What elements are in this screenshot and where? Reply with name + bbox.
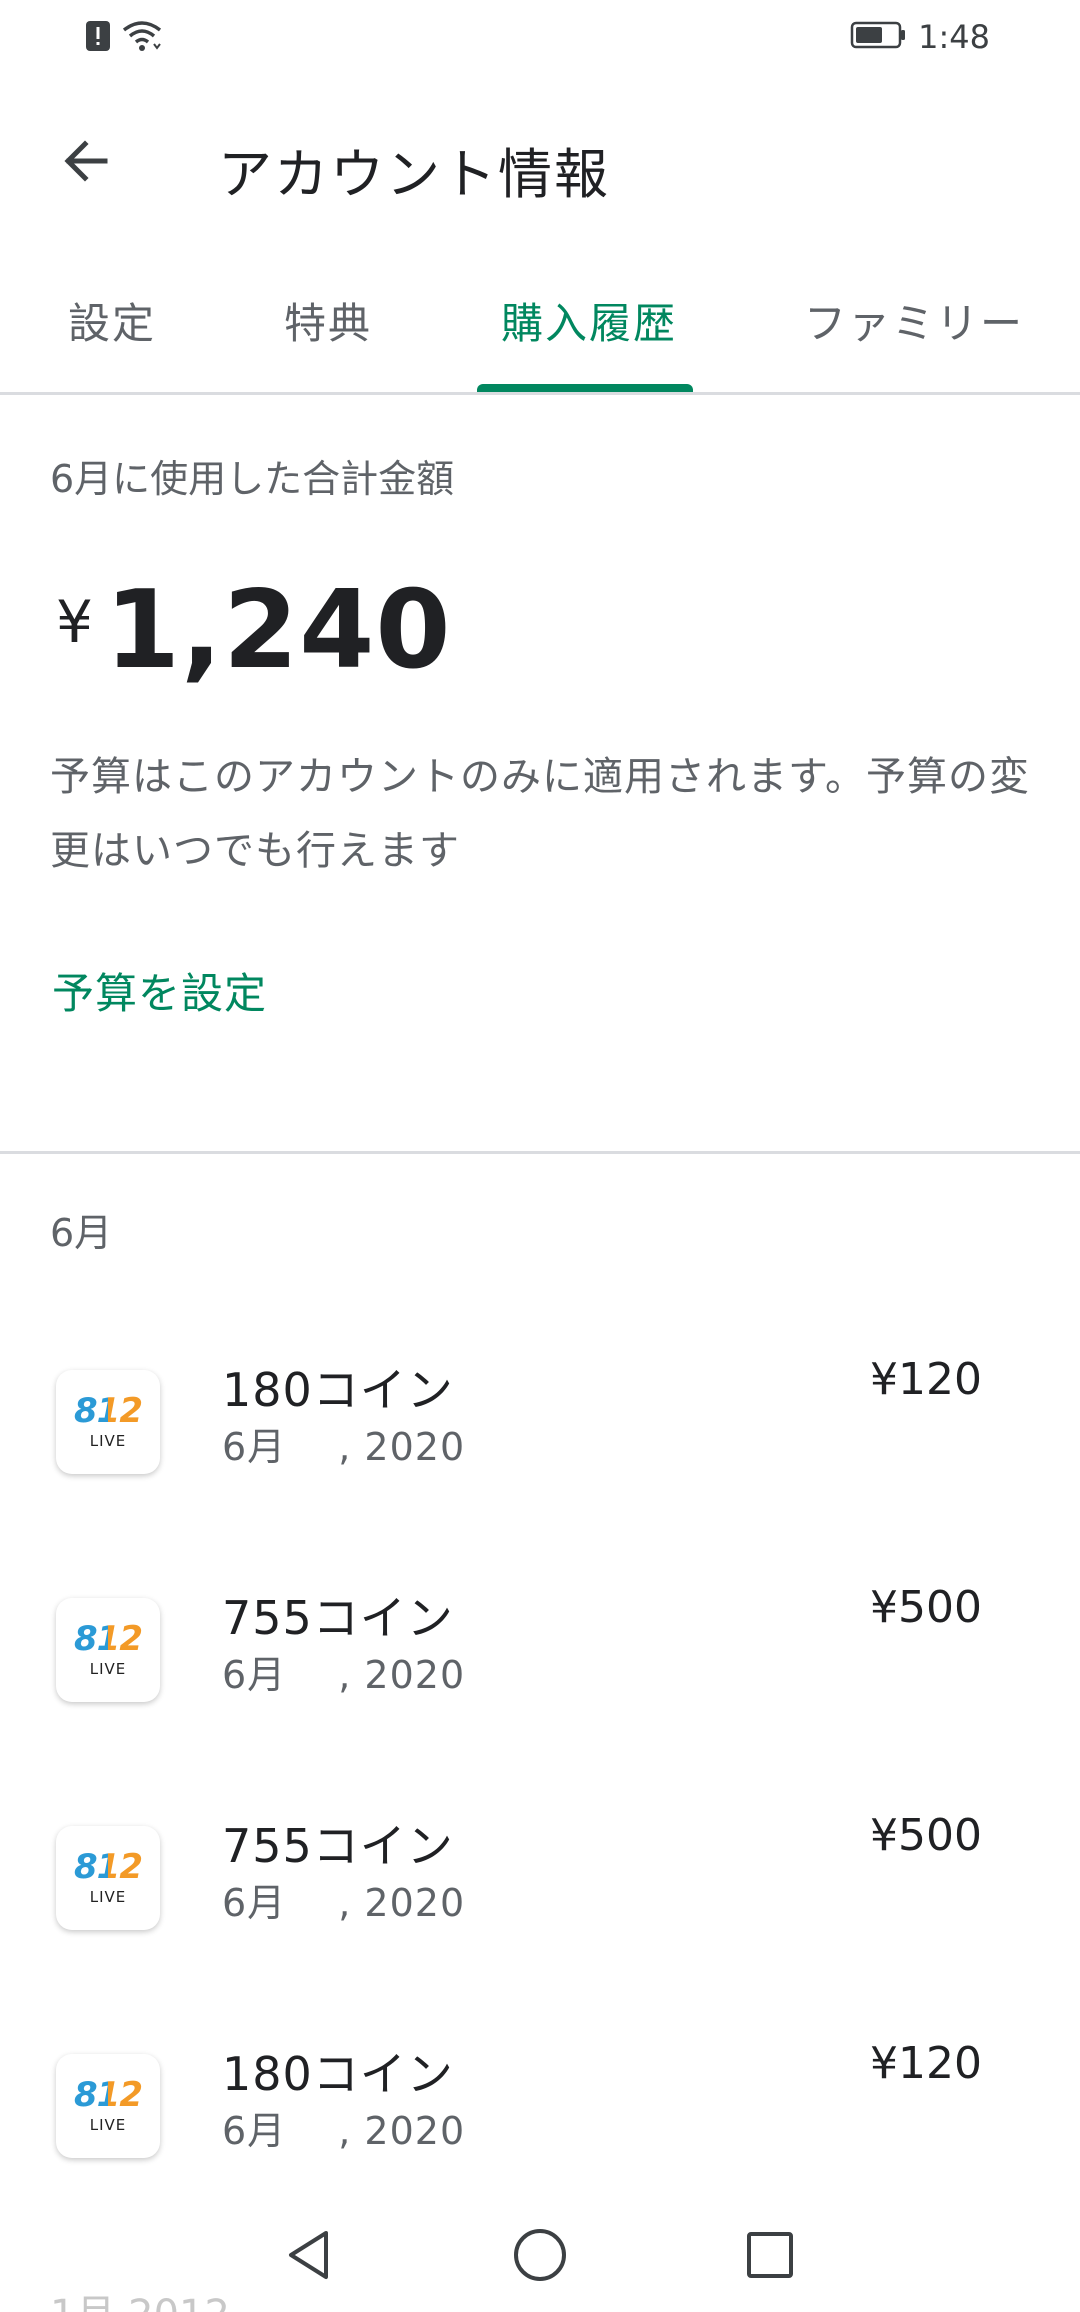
- purchase-item[interactable]: 812 LIVE 180コイン 6月 , 2020 ¥120: [0, 1354, 1080, 1510]
- purchase-date: 6月 , 2020: [222, 2109, 466, 2153]
- app-bar: アカウント情報: [0, 100, 1080, 230]
- total-amount: 1,240: [104, 568, 452, 693]
- budget-note: 予算はこのアカウントのみに適用されます。予算の変更はいつでも行えます: [50, 754, 1030, 874]
- monthly-total: ¥ 1,240: [56, 568, 452, 693]
- set-budget-link[interactable]: 予算を設定: [52, 960, 267, 1021]
- purchase-price: ¥120: [870, 1354, 982, 1405]
- back-triangle-icon: [284, 2228, 334, 2286]
- tab-bar: 設定 特典 購入履歴 ファミリー: [0, 270, 1080, 396]
- alert-icon: [84, 18, 112, 58]
- tabs-divider: [0, 392, 1080, 395]
- navigation-bar: [0, 2200, 1080, 2312]
- status-bar: 1:48: [0, 0, 1080, 80]
- tab-rewards[interactable]: 特典: [284, 290, 372, 351]
- purchase-date: 6月 , 2020: [222, 1425, 466, 1469]
- nav-home-button[interactable]: [505, 2222, 575, 2292]
- app-icon-label: LIVE: [89, 1888, 127, 1906]
- tab-purchase-history[interactable]: 購入履歴: [501, 290, 677, 351]
- section-divider: [0, 1151, 1080, 1154]
- status-icons-left: [84, 18, 164, 58]
- nav-back-button[interactable]: [274, 2222, 344, 2292]
- purchase-title: 180コイン: [222, 1363, 454, 1417]
- purchase-date: 6月 , 2020: [222, 1881, 466, 1925]
- app-icon-number: 812: [74, 1391, 143, 1431]
- home-circle-icon: [512, 2227, 568, 2287]
- currency-symbol: ¥: [56, 588, 93, 656]
- back-button[interactable]: [50, 128, 120, 198]
- purchase-item[interactable]: 812 LIVE 755コイン 6月 , 2020 ¥500: [0, 1582, 1080, 1738]
- purchase-item[interactable]: 812 LIVE 755コイン 6月 , 2020 ¥500: [0, 1810, 1080, 1966]
- month-header: 6月: [50, 1211, 113, 1255]
- arrow-back-icon: [59, 135, 111, 191]
- purchase-title: 180コイン: [222, 2047, 454, 2101]
- app-icon-label: LIVE: [89, 1432, 127, 1450]
- app-icon-label: LIVE: [89, 2116, 127, 2134]
- status-icons-right: 1:48: [850, 18, 990, 56]
- purchase-title: 755コイン: [222, 1591, 454, 1645]
- app-icon: 812 LIVE: [56, 1826, 160, 1930]
- monthly-total-label: 6月に使用した合計金額: [50, 457, 455, 501]
- nav-recents-button[interactable]: [735, 2222, 805, 2292]
- status-time: 1:48: [918, 18, 990, 56]
- purchase-title: 755コイン: [222, 1819, 454, 1873]
- battery-icon: [850, 20, 908, 54]
- purchase-price: ¥500: [870, 1810, 982, 1861]
- app-icon: 812 LIVE: [56, 1598, 160, 1702]
- app-icon-number: 812: [74, 2075, 143, 2115]
- purchase-price: ¥500: [870, 1582, 982, 1633]
- screen: 1:48 アカウント情報 設定 特典 購入履歴 ファミリー 6月に使用した合計金…: [0, 0, 1080, 2312]
- purchase-date: 6月 , 2020: [222, 1653, 466, 1697]
- purchase-item[interactable]: 812 LIVE 180コイン 6月 , 2020 ¥120: [0, 2038, 1080, 2194]
- purchase-price: ¥120: [870, 2038, 982, 2089]
- recents-square-icon: [744, 2229, 796, 2285]
- tab-settings[interactable]: 設定: [68, 290, 156, 351]
- wifi-icon: [120, 18, 164, 58]
- app-icon-label: LIVE: [89, 1660, 127, 1678]
- app-icon-number: 812: [74, 1619, 143, 1659]
- app-icon: 812 LIVE: [56, 2054, 160, 2158]
- app-icon-number: 812: [74, 1847, 143, 1887]
- tab-family[interactable]: ファミリー: [804, 290, 1024, 351]
- page-title: アカウント情報: [218, 143, 610, 206]
- app-icon: 812 LIVE: [56, 1370, 160, 1474]
